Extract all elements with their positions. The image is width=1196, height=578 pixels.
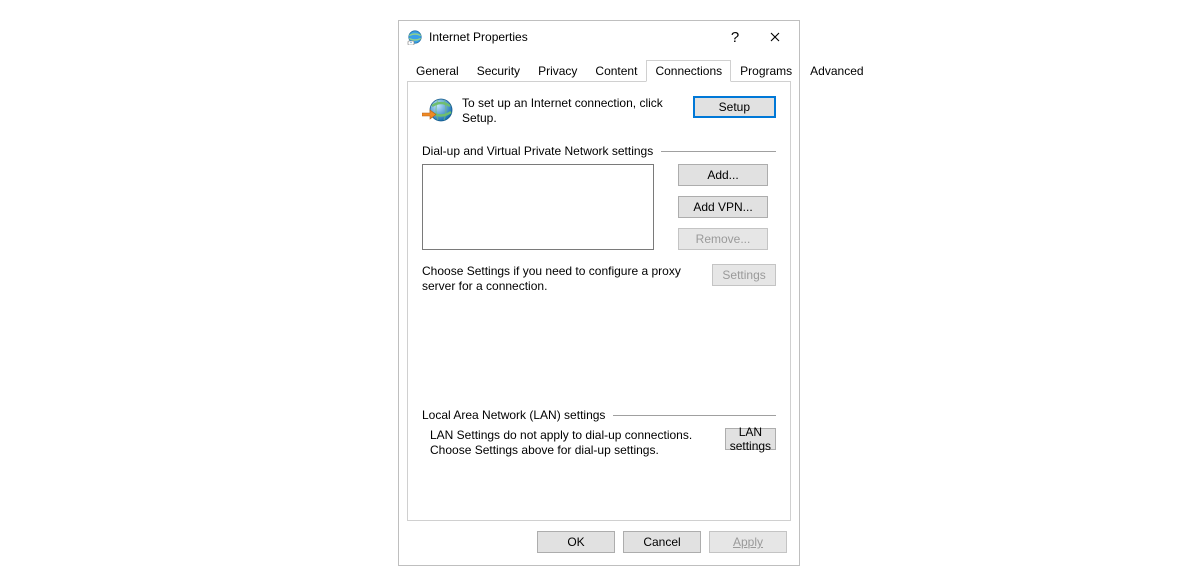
dialog-footer: OK Cancel Apply (399, 521, 799, 565)
close-button[interactable] (755, 23, 795, 51)
titlebar: Internet Properties ? (399, 21, 799, 53)
add-vpn-button[interactable]: Add VPN... (678, 196, 768, 218)
lan-header-label: Local Area Network (LAN) settings (422, 408, 605, 422)
lan-settings-button[interactable]: LAN settings (725, 428, 776, 450)
help-button[interactable]: ? (715, 23, 755, 51)
tab-privacy[interactable]: Privacy (529, 60, 586, 82)
internet-properties-dialog: Internet Properties ? General Security P… (398, 20, 800, 566)
dialup-section-header: Dial-up and Virtual Private Network sett… (422, 144, 776, 158)
tabs-area: General Security Privacy Content Connect… (399, 53, 799, 521)
tab-security[interactable]: Security (468, 60, 529, 82)
lan-section-header: Local Area Network (LAN) settings (422, 408, 776, 422)
tabstrip: General Security Privacy Content Connect… (407, 57, 791, 81)
globe-arrow-icon (422, 96, 454, 128)
tab-content[interactable]: Content (586, 60, 646, 82)
remove-button[interactable]: Remove... (678, 228, 768, 250)
proxy-helper-text: Choose Settings if you need to configure… (422, 264, 712, 294)
tab-connections[interactable]: Connections (646, 60, 731, 82)
connection-settings-button[interactable]: Settings (712, 264, 776, 286)
lan-helper-text: LAN Settings do not apply to dial-up con… (422, 428, 725, 458)
tab-panel-connections: To set up an Internet connection, click … (407, 81, 791, 521)
internet-options-icon (407, 29, 423, 45)
window-title: Internet Properties (429, 30, 715, 44)
cancel-button[interactable]: Cancel (623, 531, 701, 553)
divider-line (661, 151, 776, 152)
dialup-connections-listbox[interactable] (422, 164, 654, 250)
tab-programs[interactable]: Programs (731, 60, 801, 82)
ok-button[interactable]: OK (537, 531, 615, 553)
tab-advanced[interactable]: Advanced (801, 60, 872, 82)
dialup-header-label: Dial-up and Virtual Private Network sett… (422, 144, 653, 158)
tab-general[interactable]: General (407, 60, 468, 82)
add-button[interactable]: Add... (678, 164, 768, 186)
divider-line (613, 415, 776, 416)
intro-text: To set up an Internet connection, click … (462, 96, 693, 126)
apply-button[interactable]: Apply (709, 531, 787, 553)
setup-button[interactable]: Setup (693, 96, 776, 118)
